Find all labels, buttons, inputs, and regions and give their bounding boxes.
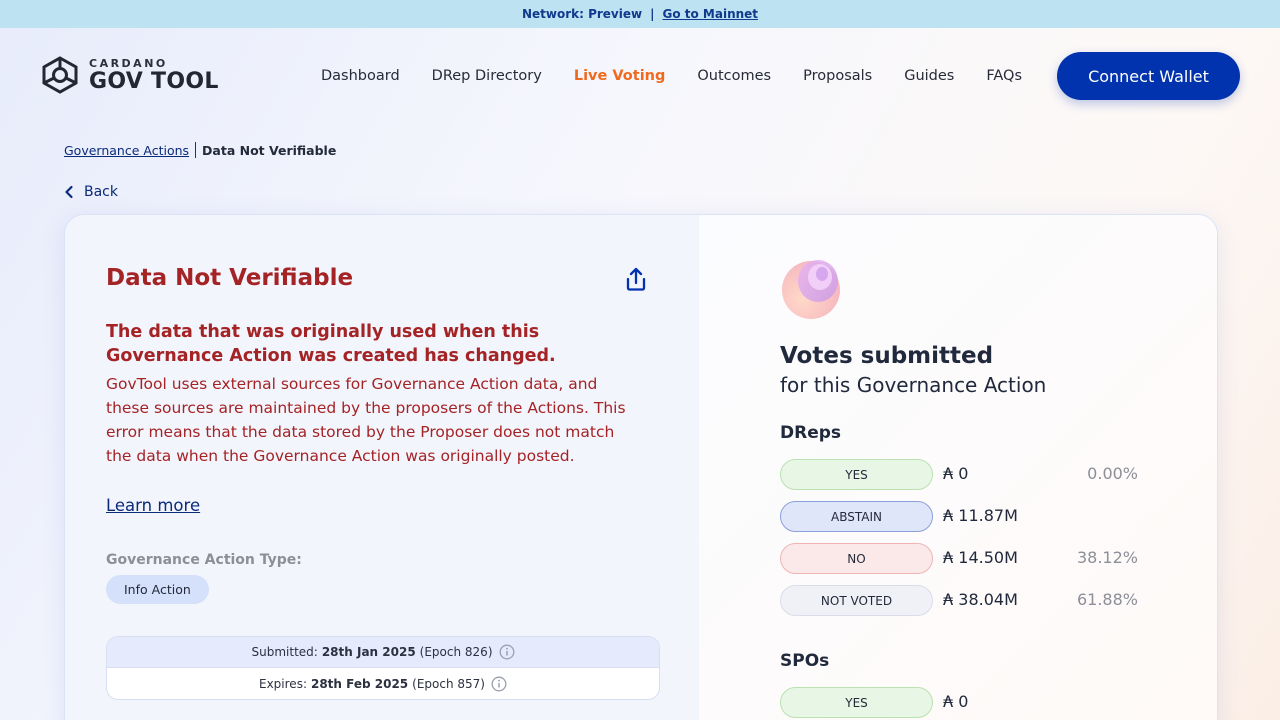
expires-date: 28th Feb 2025 bbox=[310, 676, 409, 691]
vote-chip-abstain: ABSTAIN bbox=[780, 501, 933, 532]
error-description: GovTool uses external sources for Govern… bbox=[106, 375, 626, 465]
network-banner: Network: Preview | Go to Mainnet bbox=[0, 0, 1280, 28]
submitted-epoch: (Epoch 826) bbox=[419, 645, 493, 659]
nav-proposals[interactable]: Proposals bbox=[803, 68, 872, 84]
submitted-label: Submitted: bbox=[251, 645, 318, 659]
logo[interactable]: CARDANO GOV TOOL bbox=[40, 56, 219, 94]
spos-section-label: SPOs bbox=[780, 651, 830, 671]
vote-chip-yes: YES bbox=[780, 687, 933, 718]
govtool-logo-icon bbox=[42, 56, 78, 94]
chevron-left-icon bbox=[65, 185, 73, 199]
submitted-row: Submitted: 28th Jan 2025 (Epoch 826) bbox=[107, 637, 659, 668]
info-icon[interactable] bbox=[491, 676, 507, 692]
vote-percent: 38.12% bbox=[1076, 548, 1138, 567]
dates-box: Submitted: 28th Jan 2025 (Epoch 826) Exp… bbox=[106, 636, 660, 700]
logo-title: GOV TOOL bbox=[89, 68, 219, 94]
expires-row: Expires: 28th Feb 2025 (Epoch 857) bbox=[107, 668, 659, 699]
breadcrumb-governance-actions[interactable]: Governance Actions bbox=[64, 143, 189, 158]
vote-amount: ₳ 11.87M bbox=[943, 506, 1018, 525]
share-icon[interactable] bbox=[624, 266, 648, 292]
governance-action-card: Data Not Verifiable The data that was or… bbox=[64, 214, 1218, 720]
connect-wallet-button[interactable]: Connect Wallet bbox=[1057, 52, 1240, 100]
votes-subtitle: for this Governance Action bbox=[780, 373, 1047, 397]
vote-amount: ₳ 38.04M bbox=[943, 590, 1018, 609]
error-heading: The data that was originally used when t… bbox=[106, 322, 556, 366]
breadcrumb-current: Data Not Verifiable bbox=[202, 142, 337, 158]
drep-abstain-row: ABSTAIN ₳ 11.87M bbox=[780, 501, 1140, 532]
dreps-section-label: DReps bbox=[780, 423, 842, 443]
vote-percent: 0.00% bbox=[1087, 464, 1138, 483]
action-type-label: Governance Action Type: bbox=[106, 552, 302, 568]
expires-epoch: (Epoch 857) bbox=[412, 676, 485, 691]
header: CARDANO GOV TOOL Dashboard DRep Director… bbox=[0, 28, 1280, 124]
submitted-date: 28th Jan 2025 bbox=[321, 645, 416, 659]
drep-not-voted-row: NOT VOTED ₳ 38.04M 61.88% bbox=[780, 585, 1140, 616]
network-separator: | bbox=[650, 7, 655, 21]
drep-no-row: NO ₳ 14.50M 38.12% bbox=[780, 543, 1140, 574]
nav-faqs[interactable]: FAQs bbox=[986, 68, 1022, 84]
nav-drep-directory[interactable]: DRep Directory bbox=[432, 68, 542, 84]
back-label: Back bbox=[84, 184, 118, 200]
main-nav: Dashboard DRep Directory Live Voting Out… bbox=[321, 68, 1054, 84]
info-icon[interactable] bbox=[499, 644, 515, 660]
vote-chip-yes: YES bbox=[780, 459, 933, 490]
vote-chip-no: NO bbox=[780, 543, 933, 574]
logo-subtitle: CARDANO bbox=[89, 56, 168, 70]
spo-yes-row: YES ₳ 0 bbox=[780, 687, 1140, 718]
breadcrumb: Governance Actions Data Not Verifiable bbox=[64, 142, 336, 158]
vote-amount: ₳ 0 bbox=[943, 464, 969, 483]
nav-live-voting[interactable]: Live Voting bbox=[574, 68, 666, 84]
nav-dashboard[interactable]: Dashboard bbox=[321, 68, 400, 84]
go-to-mainnet-link[interactable]: Go to Mainnet bbox=[662, 7, 758, 21]
back-button[interactable]: Back bbox=[64, 184, 118, 200]
drep-yes-row: YES ₳ 0 0.00% bbox=[780, 459, 1140, 490]
vote-chip-not-voted: NOT VOTED bbox=[780, 585, 933, 616]
network-label: Network: Preview bbox=[521, 7, 643, 21]
action-title: Data Not Verifiable bbox=[106, 265, 354, 291]
votes-orb-icon bbox=[782, 260, 840, 319]
vote-percent: 61.88% bbox=[1076, 590, 1138, 609]
learn-more-link[interactable]: Learn more bbox=[106, 496, 200, 515]
breadcrumb-divider bbox=[195, 142, 197, 158]
nav-outcomes[interactable]: Outcomes bbox=[697, 68, 771, 84]
action-type-chip: Info Action bbox=[106, 575, 209, 604]
expires-label: Expires: bbox=[259, 676, 307, 691]
vote-amount: ₳ 0 bbox=[943, 692, 969, 711]
votes-title: Votes submitted bbox=[780, 343, 994, 369]
vote-amount: ₳ 14.50M bbox=[943, 548, 1018, 567]
nav-guides[interactable]: Guides bbox=[904, 68, 954, 84]
